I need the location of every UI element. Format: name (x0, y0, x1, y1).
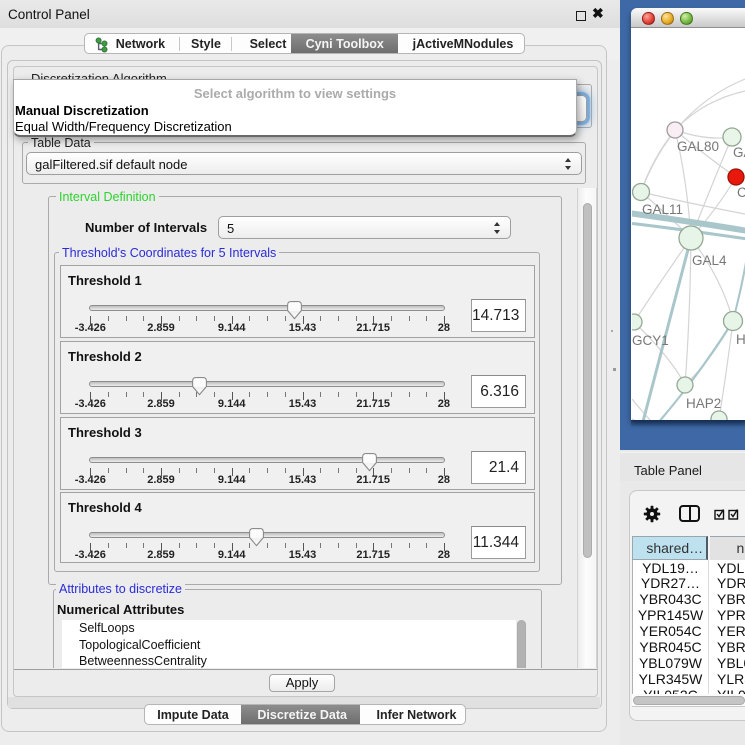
svg-text:C: C (737, 185, 745, 200)
svg-text:GCY1: GCY1 (632, 333, 669, 348)
svg-text:HAP2: HAP2 (686, 396, 721, 411)
svg-text:GAL…: GAL… (733, 145, 745, 160)
svg-text:GAL4: GAL4 (692, 253, 727, 268)
svg-text:GAL80: GAL80 (677, 139, 719, 154)
svg-text:HI: HI (736, 332, 745, 347)
svg-text:GAL11: GAL11 (642, 202, 683, 217)
